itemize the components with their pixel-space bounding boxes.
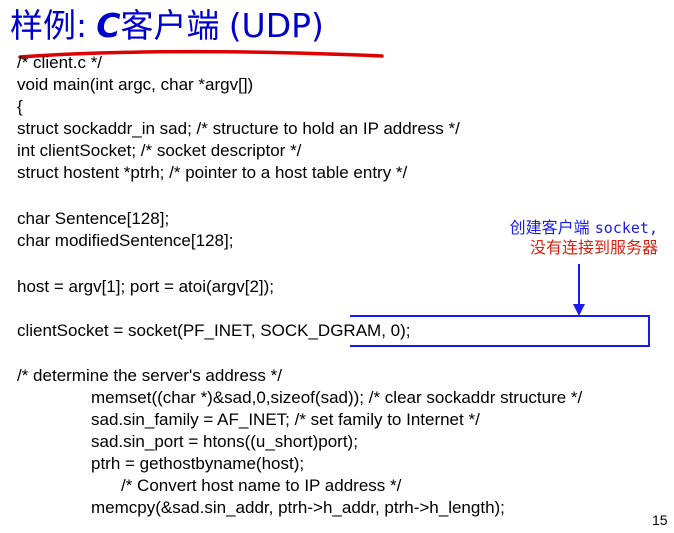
- annotation-arrow: [573, 264, 585, 316]
- callout-bracket-box: [350, 315, 650, 347]
- page-number: 15: [652, 512, 668, 528]
